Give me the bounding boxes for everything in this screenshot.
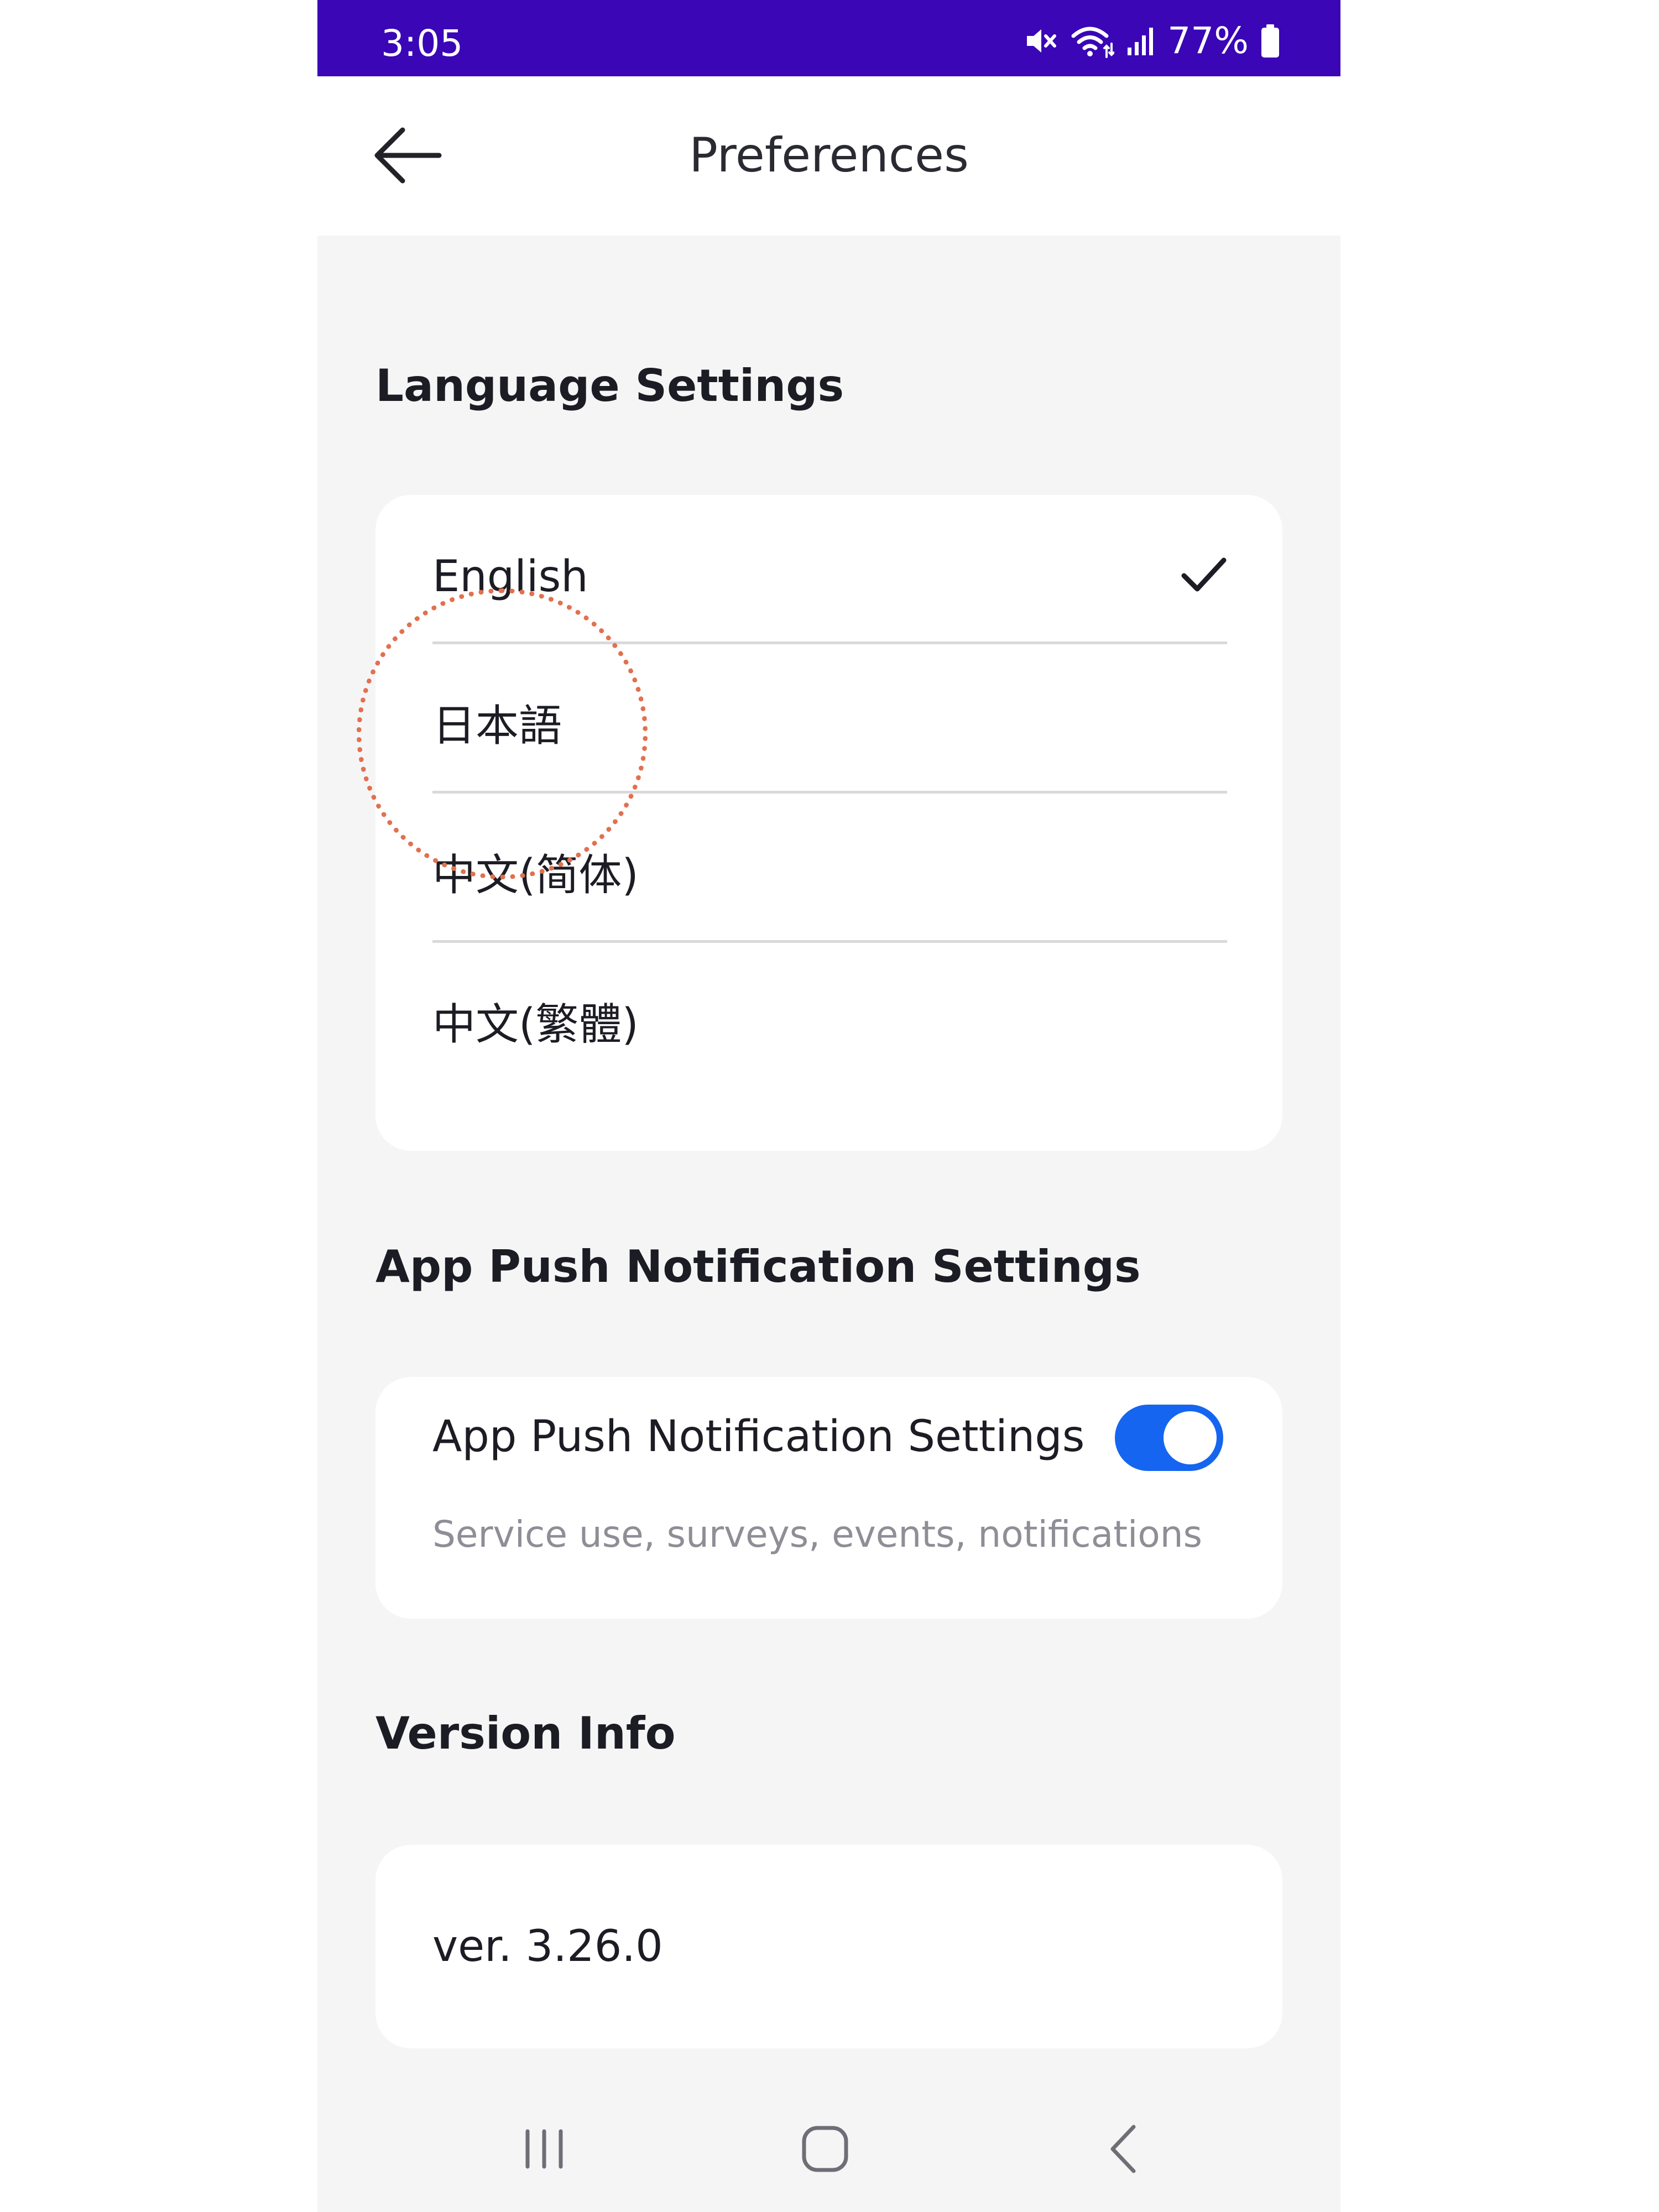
push-settings-title: App Push Notification Settings <box>375 1241 1141 1292</box>
phone-screen: 3:05 77% Preferences Language Settings E… <box>317 0 1340 2212</box>
checkmark-icon <box>1181 557 1227 592</box>
status-time: 3:05 <box>381 22 463 65</box>
push-setting-label: App Push Notification Settings <box>432 1412 1085 1462</box>
version-info-title: Version Info <box>375 1708 676 1759</box>
language-option-label: 中文(简体) <box>432 851 639 900</box>
language-option-english[interactable]: English <box>432 495 1227 644</box>
page-title: Preferences <box>689 128 969 183</box>
push-setting-description: Service use, surveys, events, notificati… <box>432 1513 1202 1556</box>
mute-icon <box>1027 29 1057 53</box>
language-option-japanese[interactable]: 日本語 <box>432 644 1227 794</box>
system-navigation-bar <box>317 2096 1340 2212</box>
language-option-label: 中文(繁體) <box>432 1000 639 1050</box>
recent-apps-icon[interactable] <box>517 2121 572 2177</box>
language-option-label: English <box>432 552 588 602</box>
wifi-icon <box>1071 27 1115 58</box>
signal-icon <box>1128 28 1154 55</box>
battery-percent: 77% <box>1167 19 1249 62</box>
status-icons: 77% <box>1025 21 1280 61</box>
battery-icon <box>1261 24 1279 58</box>
back-icon[interactable] <box>1097 2121 1152 2177</box>
app-bar: Preferences <box>317 76 1340 236</box>
toggle-knob <box>1164 1411 1217 1464</box>
language-option-chinese-simplified[interactable]: 中文(简体) <box>432 794 1227 943</box>
push-settings-card: App Push Notification Settings Service u… <box>375 1377 1282 1619</box>
status-bar: 3:05 77% <box>317 0 1340 76</box>
language-settings-title: Language Settings <box>375 360 844 411</box>
language-option-label: 日本語 <box>432 701 562 751</box>
language-option-chinese-traditional[interactable]: 中文(繁體) <box>432 943 1227 1092</box>
push-notification-toggle[interactable] <box>1115 1405 1223 1471</box>
version-info-card: ver. 3.26.0 <box>375 1845 1282 2048</box>
version-number: ver. 3.26.0 <box>432 1922 663 1971</box>
home-icon[interactable] <box>799 2122 852 2176</box>
language-options-card: English 日本語 中文(简体) 中文(繁體) <box>375 495 1282 1151</box>
